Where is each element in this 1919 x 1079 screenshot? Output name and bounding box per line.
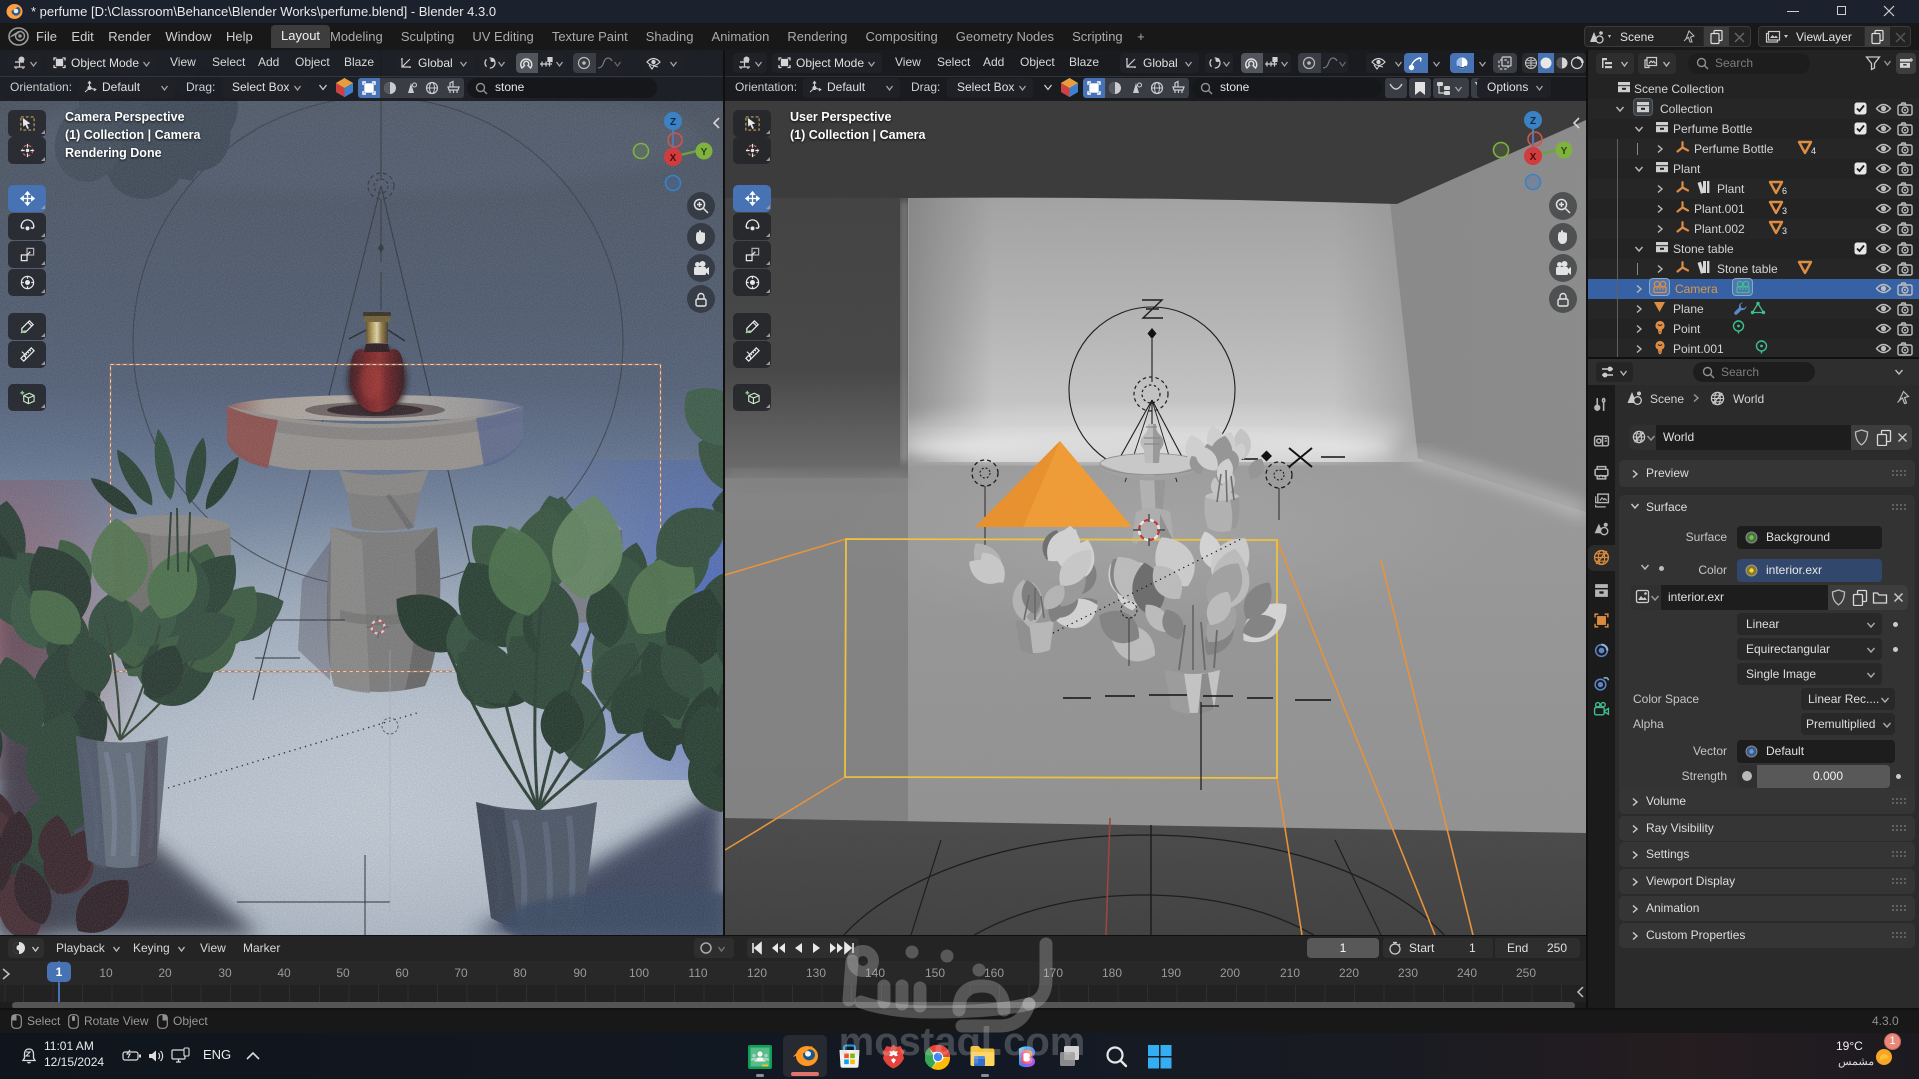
svg-text:Y: Y: [1561, 146, 1568, 157]
svg-text:X: X: [1530, 152, 1537, 163]
svg-text:Z: Z: [670, 117, 676, 128]
svg-text:Y: Y: [701, 147, 708, 158]
svg-text:X: X: [670, 153, 677, 164]
svg-text:Z: Z: [1530, 116, 1536, 127]
